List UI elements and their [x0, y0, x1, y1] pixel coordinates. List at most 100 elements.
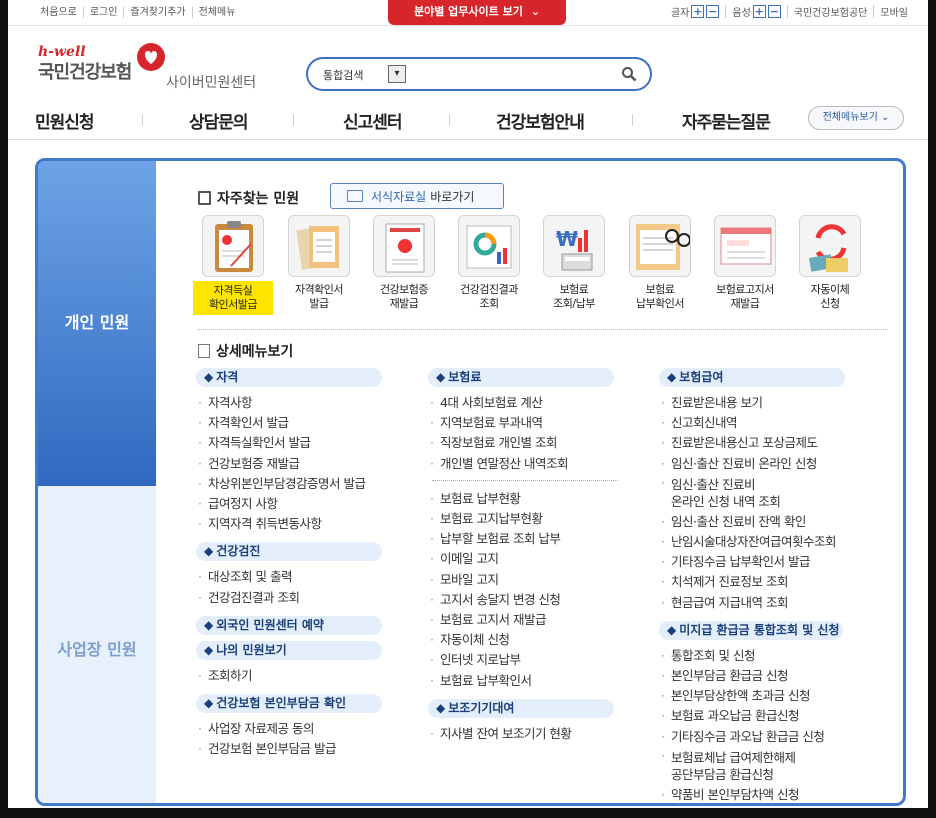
- home-link[interactable]: 처음으로: [34, 7, 84, 18]
- menu-item[interactable]: 지역보험료 부과내역: [428, 413, 618, 433]
- menu-item[interactable]: 진료받은내용신고 포상금제도: [659, 433, 845, 453]
- menu-item[interactable]: 대상조회 및 출력: [196, 567, 382, 587]
- menu-item[interactable]: 본인부담금 환급금 신청: [659, 666, 845, 686]
- menu-item[interactable]: 자동이체 신청: [428, 630, 618, 650]
- quick-insurance-card-reissue[interactable]: 건강보험증 재발급: [368, 215, 440, 311]
- menu-item[interactable]: 인터넷 지로납부: [428, 650, 618, 670]
- font-increase-icon[interactable]: +: [691, 5, 705, 18]
- menu-item[interactable]: 난임시술대상자잔여급여횟수조회: [659, 532, 845, 552]
- voice-increase-icon[interactable]: +: [752, 5, 766, 18]
- quick-qualification-certificate[interactable]: 자격확인서 발급: [283, 215, 355, 311]
- menu-item[interactable]: 조회하기: [196, 666, 382, 686]
- tab-business[interactable]: 사업장 민원: [38, 486, 156, 803]
- menu-item[interactable]: 건강보험 본인부담금 발급: [196, 739, 382, 759]
- menu-item[interactable]: 건강보험증 재발급: [196, 454, 382, 474]
- menu-item[interactable]: 보험료체납 급여제한해제공단부담금 환급신청: [659, 747, 845, 785]
- menu-item[interactable]: 신고회신내역: [659, 413, 845, 433]
- nav-report-center[interactable]: 신고센터: [343, 108, 403, 133]
- menu-item[interactable]: 4대 사회보험료 계산: [428, 393, 618, 413]
- site-selector-button[interactable]: 분야별 업무사이트 보기 ⌄: [388, 0, 566, 25]
- menu-item[interactable]: 보험료 납부확인서: [428, 671, 618, 691]
- menu-item[interactable]: 기타징수금 과오납 환급금 신청: [659, 727, 845, 747]
- menu-item[interactable]: 진료받은내용 보기: [659, 393, 845, 413]
- quick-premium-payment[interactable]: ₩ 보험료 조회/납부: [538, 215, 610, 311]
- bookmark-link[interactable]: 즐겨찾기추가: [124, 7, 193, 18]
- menu-item[interactable]: 고지서 송달지 변경 신청: [428, 590, 618, 610]
- quick-auto-transfer[interactable]: 자동이체 신청: [794, 215, 866, 311]
- nav-insurance-guide[interactable]: 건강보험안내: [496, 108, 585, 133]
- menu-item[interactable]: 통합조회 및 신청: [659, 646, 845, 666]
- search-category[interactable]: 통합검색: [323, 67, 363, 83]
- menu-item[interactable]: 보험료 과오납금 환급신청: [659, 706, 845, 726]
- quick-label-line1: 보험료: [559, 283, 589, 296]
- menu-item[interactable]: 현금급여 지급내역 조회: [659, 593, 845, 613]
- category-copayment[interactable]: ◆ 건강보험 본인부담금 확인: [196, 694, 382, 714]
- nav-faq[interactable]: 자주묻는질문: [682, 108, 771, 133]
- forms-library-button[interactable]: 서식자료실 바로가기: [330, 183, 504, 209]
- category-benefits[interactable]: ◆ 보험급여: [659, 368, 845, 387]
- site-logo[interactable]: h-well 국민건강보험: [38, 43, 165, 84]
- search-input[interactable]: [410, 65, 610, 83]
- menu-item[interactable]: 보험료 고지서 재발급: [428, 610, 618, 630]
- menu-item[interactable]: 직장보험료 개인별 조회: [428, 433, 618, 453]
- nav-separator: [632, 114, 633, 126]
- menu-item[interactable]: 치석제거 진료정보 조회: [659, 572, 845, 592]
- menu-item[interactable]: 사업장 자료제공 동의: [196, 719, 382, 739]
- quick-label: 보험료 조회/납부: [538, 283, 610, 311]
- menu-item[interactable]: 급여정지 사항: [196, 494, 382, 514]
- menu-item[interactable]: 임신·출산 진료비 온라인 신청: [659, 454, 845, 474]
- quick-label-line1: 보험료고지서: [716, 283, 774, 296]
- quick-label-line2: 확인서발급: [208, 298, 258, 311]
- menu-item[interactable]: 약품비 본인부담차액 신청: [659, 785, 845, 803]
- menu-item[interactable]: 기타징수금 납부확인서 발급: [659, 552, 845, 572]
- quick-label: 자격득실 확인서발급: [193, 281, 273, 315]
- voice-label: 음성: [732, 8, 751, 19]
- category-my-requests[interactable]: ◆ 나의 민원보기: [196, 640, 382, 660]
- category-unpaid-refunds[interactable]: ◆ 미지급 환급금 통합조회 및 신청: [659, 620, 843, 640]
- menu-item[interactable]: 지역자격 취득변동사항: [196, 514, 382, 534]
- menu-item[interactable]: 납부할 보험료 조회 납부: [428, 529, 618, 549]
- nav-civil-request[interactable]: 민원신청: [35, 108, 95, 133]
- quick-notice-reissue[interactable]: 보험료고지서 재발급: [709, 215, 781, 311]
- all-menu-link[interactable]: 전체메뉴: [193, 7, 242, 18]
- category-health-checkup[interactable]: ◆ 건강검진: [196, 542, 382, 562]
- voice-decrease-icon[interactable]: −: [767, 5, 781, 18]
- quick-label-line1: 건강보험증: [379, 283, 429, 296]
- menu-item[interactable]: 모바일 고지: [428, 570, 618, 590]
- menu-item[interactable]: 보험료 납부현황: [428, 489, 618, 509]
- category-qualification[interactable]: ◆ 자격: [196, 368, 382, 387]
- all-menu-button[interactable]: 전체메뉴보기 ⌄: [808, 106, 904, 130]
- font-decrease-icon[interactable]: −: [706, 5, 720, 18]
- menu-item[interactable]: 본인부담상한액 초과금 신청: [659, 686, 845, 706]
- menu-item[interactable]: 차상위본인부담경감증명서 발급: [196, 474, 382, 494]
- mobile-link[interactable]: 모바일: [880, 4, 908, 19]
- forms-library-label: 서식자료실: [371, 189, 427, 204]
- category-assistive-devices[interactable]: ◆ 보조기기대여: [428, 698, 614, 718]
- page: 처음으로 로그인 즐겨찾기추가 전체메뉴 분야별 업무사이트 보기 ⌄ 글자 + …: [8, 0, 928, 818]
- menu-item[interactable]: 임신·출산 진료비 잔액 확인: [659, 512, 845, 532]
- detail-title-text: 상세메뉴보기: [216, 344, 294, 360]
- menu-item[interactable]: 자격득실확인서 발급: [196, 433, 382, 453]
- menu-item[interactable]: 지사별 잔여 보조기기 현황: [428, 724, 618, 744]
- menu-item[interactable]: 임신·출산 진료비온라인 신청 내역 조회: [659, 474, 845, 512]
- search-category-dropdown-icon[interactable]: ▾: [388, 65, 406, 83]
- tab-personal[interactable]: 개인 민원: [38, 161, 156, 486]
- quick-qualification-history[interactable]: 자격득실 확인서발급: [193, 215, 273, 315]
- all-menu-label: 전체메뉴보기: [822, 112, 878, 123]
- login-link[interactable]: 로그인: [84, 7, 125, 18]
- window-bottom-edge: [0, 808, 936, 818]
- menu-item[interactable]: 개인별 연말정산 내역조회: [428, 454, 618, 474]
- menu-item[interactable]: 건강검진결과 조회: [196, 588, 382, 608]
- menu-item[interactable]: 자격사항: [196, 393, 382, 413]
- quick-premium-receipt[interactable]: 보험료 납부확인서: [624, 215, 696, 311]
- search-icon[interactable]: [621, 66, 637, 82]
- org-link[interactable]: 국민건강보험공단: [794, 4, 868, 19]
- menu-item[interactable]: 이메일 고지: [428, 549, 618, 569]
- menu-item[interactable]: 자격확인서 발급: [196, 413, 382, 433]
- menu-item[interactable]: 보험료 고지납부현황: [428, 509, 618, 529]
- quick-checkup-result[interactable]: 건강검진결과 조회: [453, 215, 525, 311]
- category-foreigner-reservation[interactable]: ◆ 외국인 민원센터 예약: [196, 615, 382, 635]
- quick-label-line1: 자격확인서: [294, 283, 344, 296]
- nav-consultation[interactable]: 상담문의: [189, 108, 249, 133]
- category-premium[interactable]: ◆ 보험료: [428, 368, 614, 387]
